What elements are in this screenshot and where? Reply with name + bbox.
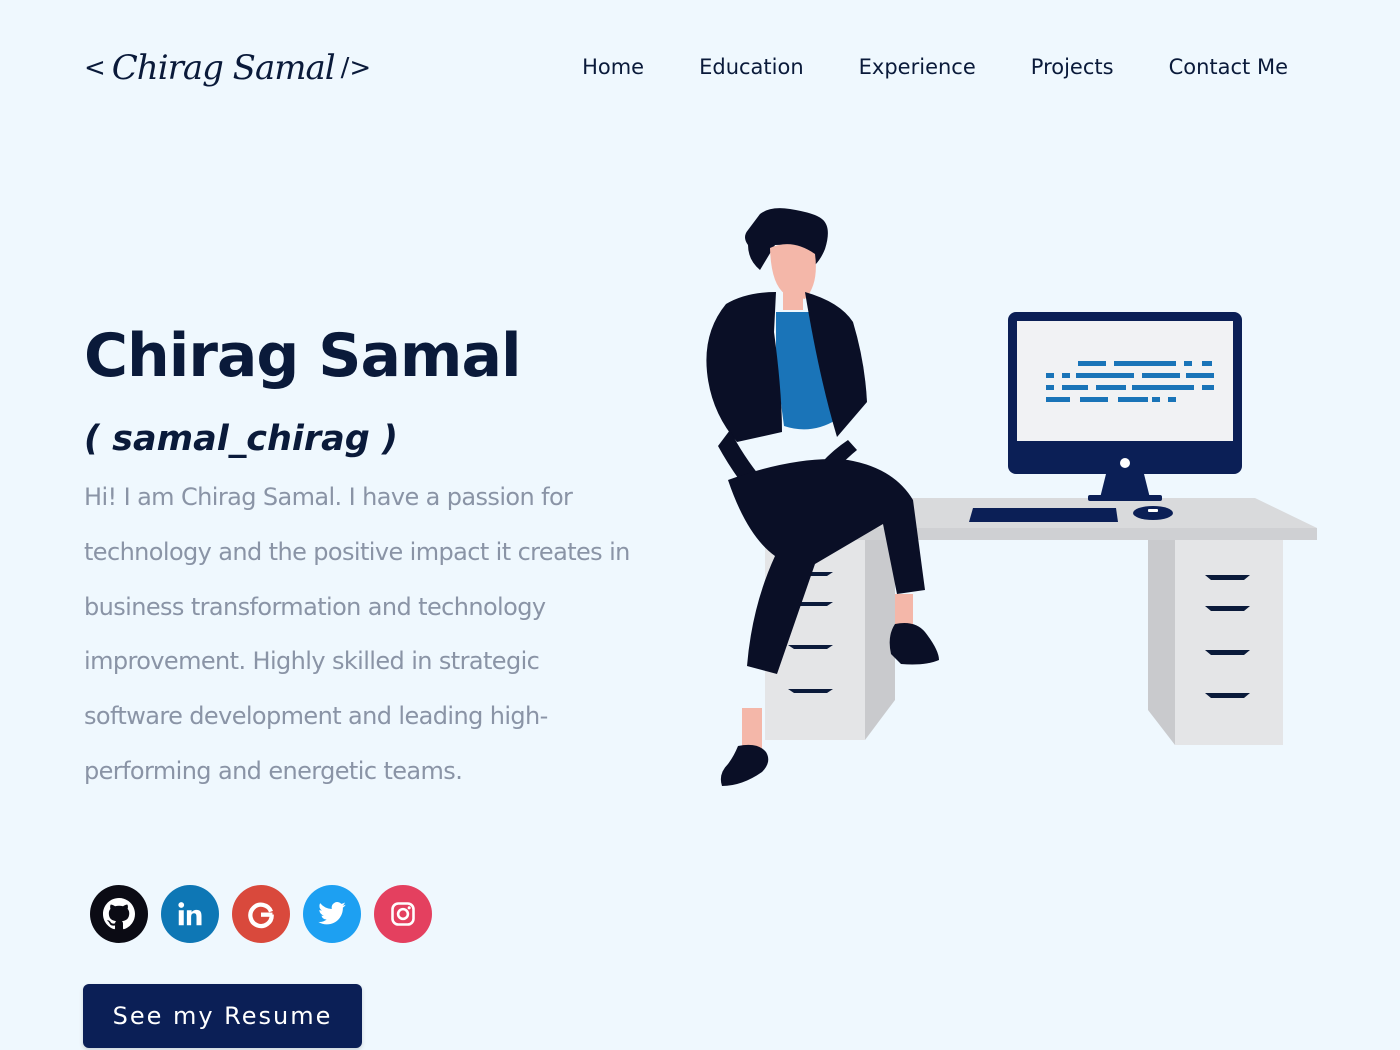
logo-signature: Chirag Samal [111,48,336,88]
developer-illustration [706,208,1317,786]
nav-education[interactable]: Education [699,52,804,82]
nav-projects[interactable]: Projects [1031,52,1114,82]
twitter-icon [318,902,346,925]
nav-home[interactable]: Home [582,52,644,82]
google-link[interactable] [232,885,290,943]
logo-link[interactable]: < Chirag Samal /> [84,38,371,98]
hero-description: Hi! I am Chirag Samal. I have a passion … [84,483,630,785]
resume-button[interactable]: See my Resume [83,984,362,1048]
instagram-link[interactable] [374,885,432,943]
hero-title: Chirag Samal [84,321,522,391]
linkedin-link[interactable] [161,885,219,943]
nav-experience[interactable]: Experience [859,52,976,82]
site-header: < Chirag Samal /> Home Education Experie… [0,0,1400,130]
hero-handle: ( samal_chirag ) [84,419,398,459]
logo-close-bracket: /> [340,53,372,83]
github-link[interactable] [90,885,148,943]
logo-open-bracket: < [84,53,106,83]
social-links [90,885,432,943]
linkedin-icon [178,902,202,926]
nav-contact-me[interactable]: Contact Me [1169,52,1288,82]
github-icon [103,898,135,930]
twitter-link[interactable] [303,885,361,943]
instagram-icon [391,902,415,926]
main-nav: Home Education Experience Projects Conta… [582,52,1288,82]
google-icon [248,902,274,929]
